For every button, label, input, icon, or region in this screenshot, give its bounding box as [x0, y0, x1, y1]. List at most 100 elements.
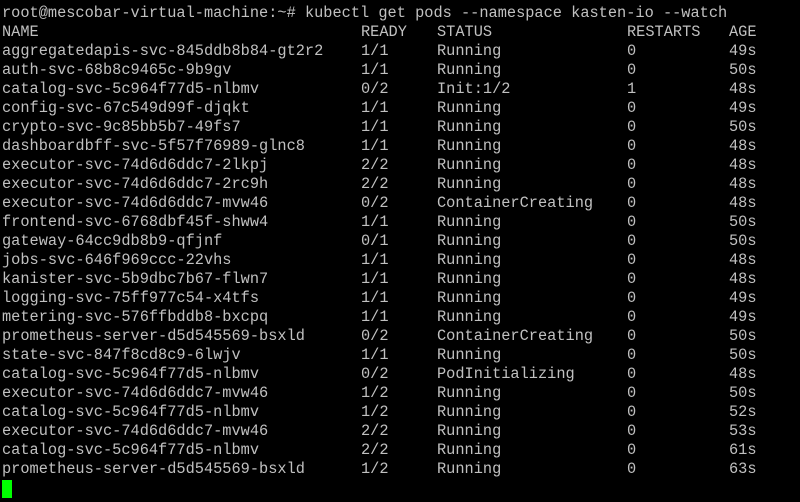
pod-age: 50s	[729, 384, 757, 402]
pod-name: aggregatedapis-svc-845ddb8b84-gt2r2	[2, 42, 324, 60]
pod-age: 50s	[729, 213, 757, 231]
pod-ready: 2/2	[361, 441, 389, 459]
pod-restarts: 0	[627, 61, 637, 79]
pod-age: 48s	[729, 251, 757, 269]
pod-restarts: 0	[627, 232, 637, 250]
pod-age: 52s	[729, 403, 757, 421]
pod-status: Running	[437, 42, 502, 60]
pod-name: auth-svc-68b8c9465c-9b9gv	[2, 61, 232, 79]
pod-ready: 1/1	[361, 289, 389, 307]
header-age: AGE	[729, 23, 757, 41]
pod-name: prometheus-server-d5d545569-bsxld	[2, 460, 305, 478]
pod-age: 48s	[729, 270, 757, 288]
pod-age: 61s	[729, 441, 757, 459]
pod-ready: 1/2	[361, 403, 389, 421]
pod-name: metering-svc-576ffbddb8-bxcpq	[2, 308, 269, 326]
pod-restarts: 0	[627, 156, 637, 174]
pod-status: Running	[437, 137, 502, 155]
pod-status: Running	[437, 118, 502, 136]
pod-age: 49s	[729, 289, 757, 307]
command-text: kubectl get pods --namespace kasten-io -…	[304, 4, 728, 22]
pod-ready: 2/2	[361, 156, 389, 174]
pod-name: executor-svc-74d6d6ddc7-mvw46	[2, 384, 269, 402]
pod-ready: 0/2	[361, 365, 389, 383]
pod-age: 50s	[729, 118, 757, 136]
header-ready: READY	[361, 23, 407, 41]
pod-ready: 0/2	[361, 194, 389, 212]
pod-age: 63s	[729, 460, 757, 478]
pod-status: Running	[437, 270, 502, 288]
pod-restarts: 0	[627, 175, 637, 193]
header-status: STATUS	[437, 23, 493, 41]
pod-status: Running	[437, 308, 502, 326]
pod-restarts: 0	[627, 403, 637, 421]
pod-restarts: 0	[627, 346, 637, 364]
pod-age: 50s	[729, 327, 757, 345]
pod-status: Running	[437, 99, 502, 117]
terminal-window[interactable]: root@mescobar-virtual-machine:~# kubectl…	[0, 0, 800, 502]
pod-age: 48s	[729, 156, 757, 174]
pod-name: frontend-svc-6768dbf45f-shww4	[2, 213, 269, 231]
pod-name: state-svc-847f8cd8c9-6lwjv	[2, 346, 241, 364]
pod-status: PodInitializing	[437, 365, 575, 383]
pod-ready: 1/1	[361, 137, 389, 155]
pod-status: Running	[437, 213, 502, 231]
pod-status: Running	[437, 422, 502, 440]
pod-restarts: 0	[627, 441, 637, 459]
pod-name: executor-svc-74d6d6ddc7-mvw46	[2, 194, 269, 212]
pod-name: gateway-64cc9db8b9-qfjnf	[2, 232, 223, 250]
pod-restarts: 0	[627, 289, 637, 307]
pod-ready: 0/2	[361, 327, 389, 345]
pod-status: Running	[437, 403, 502, 421]
pod-ready: 2/2	[361, 175, 389, 193]
pod-name: executor-svc-74d6d6ddc7-mvw46	[2, 422, 269, 440]
pod-restarts: 0	[627, 308, 637, 326]
pod-name: kanister-svc-5b9dbc7b67-flwn7	[2, 270, 269, 288]
pod-restarts: 0	[627, 137, 637, 155]
pod-ready: 1/1	[361, 308, 389, 326]
pod-ready: 1/1	[361, 118, 389, 136]
pod-ready: 1/1	[361, 42, 389, 60]
pod-status: ContainerCreating	[437, 327, 594, 345]
pod-status: Running	[437, 289, 502, 307]
pod-restarts: 0	[627, 42, 637, 60]
pod-ready: 0/1	[361, 232, 389, 250]
pod-ready: 1/2	[361, 460, 389, 478]
pod-age: 50s	[729, 61, 757, 79]
pod-restarts: 0	[627, 327, 637, 345]
pod-age: 53s	[729, 422, 757, 440]
pod-name: jobs-svc-646f969ccc-22vhs	[2, 251, 232, 269]
table-header: NAME READY STATUS RESTARTS AGE	[2, 23, 757, 42]
pod-restarts: 0	[627, 384, 637, 402]
pod-ready: 1/1	[361, 61, 389, 79]
pod-restarts: 0	[627, 422, 637, 440]
header-name: NAME	[2, 23, 39, 41]
pod-status: ContainerCreating	[437, 194, 594, 212]
pod-age: 49s	[729, 42, 757, 60]
pod-name: catalog-svc-5c964f77d5-nlbmv	[2, 403, 260, 421]
pod-age: 49s	[729, 99, 757, 117]
pod-age: 48s	[729, 137, 757, 155]
pod-name: catalog-svc-5c964f77d5-nlbmv	[2, 441, 260, 459]
pod-restarts: 0	[627, 118, 637, 136]
pod-restarts: 0	[627, 99, 637, 117]
pod-restarts: 0	[627, 213, 637, 231]
pod-name: logging-svc-75ff977c54-x4tfs	[2, 289, 260, 307]
pod-age: 48s	[729, 80, 757, 98]
pod-restarts: 1	[627, 80, 637, 98]
pod-restarts: 0	[627, 251, 637, 269]
pod-name: executor-svc-74d6d6ddc7-2lkpj	[2, 156, 269, 174]
pod-status: Running	[437, 251, 502, 269]
pod-ready: 1/1	[361, 270, 389, 288]
pod-restarts: 0	[627, 270, 637, 288]
pod-restarts: 0	[627, 194, 637, 212]
header-restarts: RESTARTS	[627, 23, 701, 41]
pod-age: 50s	[729, 346, 757, 364]
pod-ready: 1/1	[361, 99, 389, 117]
pod-status: Running	[437, 441, 502, 459]
pod-age: 48s	[729, 194, 757, 212]
pod-status: Running	[437, 232, 502, 250]
pod-age: 48s	[729, 365, 757, 383]
pod-status: Init:1/2	[437, 80, 511, 98]
pod-name: catalog-svc-5c964f77d5-nlbmv	[2, 365, 260, 383]
